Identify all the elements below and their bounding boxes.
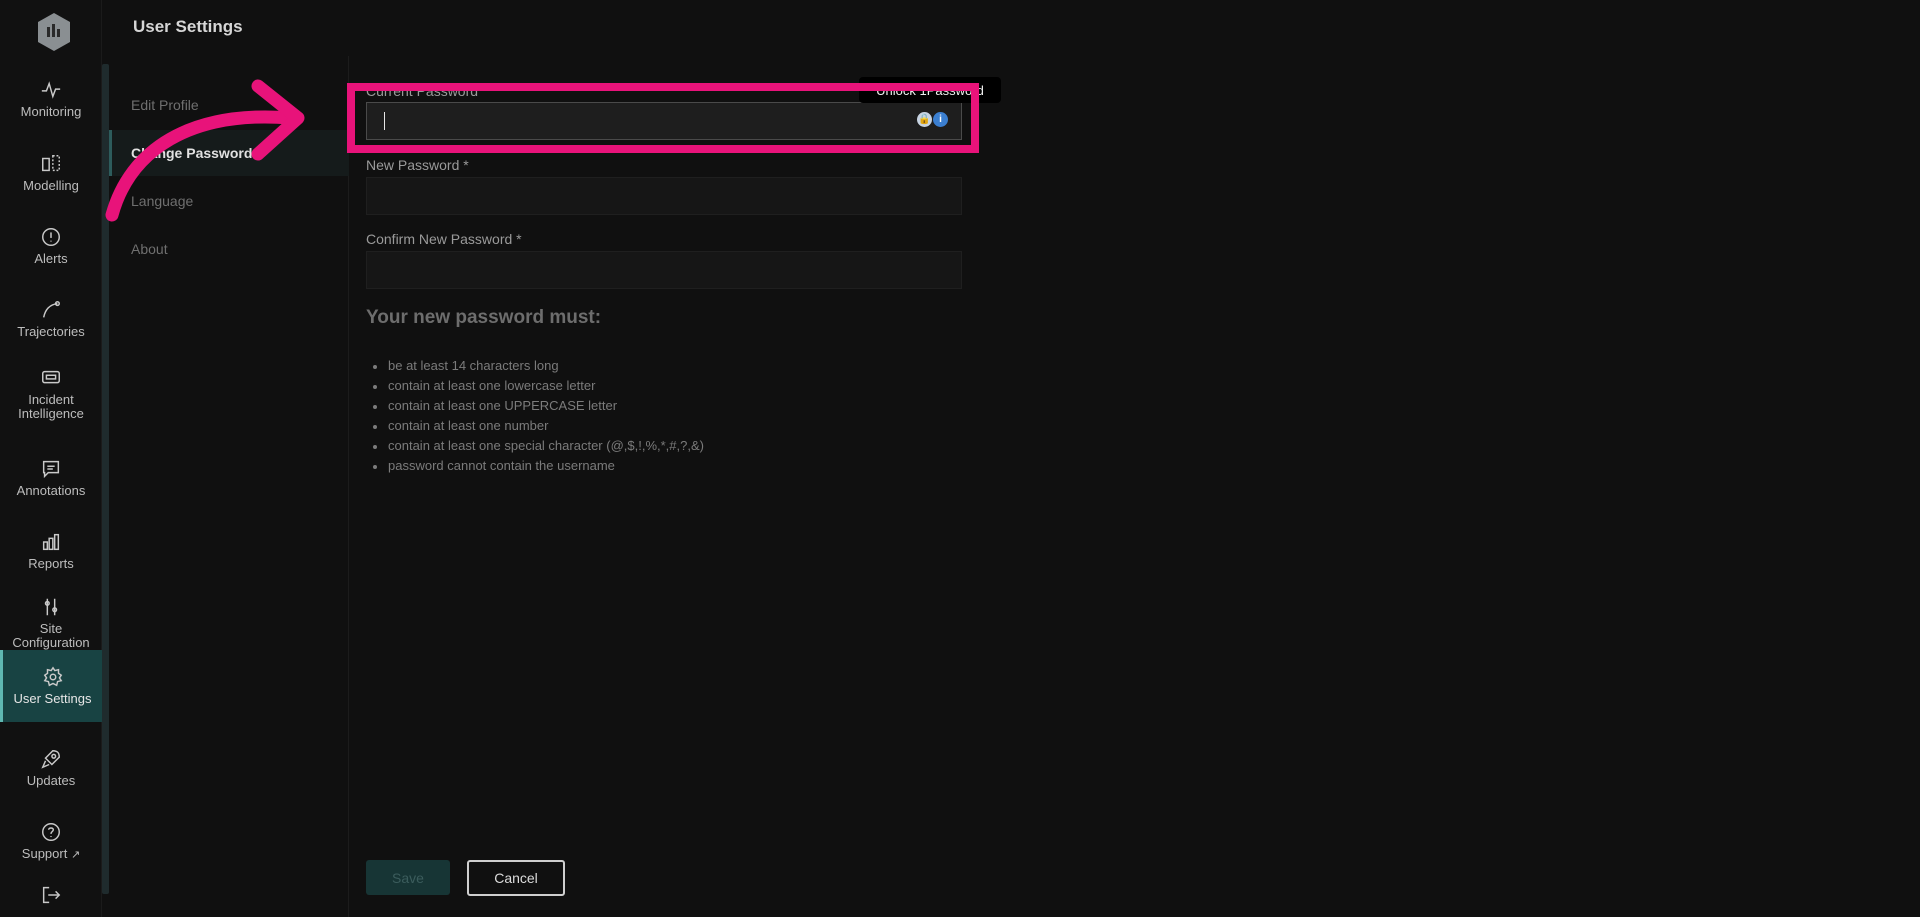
sidebar-item-annotations[interactable]: Annotations: [0, 443, 102, 513]
password-manager-icon[interactable]: i: [933, 112, 948, 127]
modelling-icon: [42, 155, 60, 172]
sidebar-item-label: User Settings: [13, 691, 92, 706]
external-link-icon: ↗: [70, 848, 81, 861]
lock-icon[interactable]: 🔒: [917, 112, 932, 127]
sidebar-scrollbar[interactable]: [102, 64, 109, 894]
gear-icon: [43, 666, 62, 687]
sidebar-item-support[interactable]: Support ↗: [0, 806, 102, 876]
list-item: contain at least one special character (…: [366, 436, 704, 456]
new-password-label: New Password *: [366, 157, 469, 173]
sidebar-item-label: Incident Intelligence: [18, 392, 84, 421]
list-item: password cannot contain the username: [366, 456, 704, 476]
sidebar-item-label: Site Configuration: [12, 621, 90, 650]
sidebar-item-label: Annotations: [16, 483, 86, 498]
sidebar-item-label: Updates: [26, 773, 76, 788]
current-password-label: Current Password: [366, 83, 479, 99]
tooltip: Unlock 1Password: [859, 77, 1001, 103]
subnav-item-language[interactable]: Language: [109, 178, 349, 224]
sidebar-item-logout[interactable]: [0, 874, 102, 917]
sidebar-item-label: Modelling: [23, 178, 79, 193]
sidebar-item-label: Reports: [28, 556, 74, 571]
sidebar-item-label: Alerts: [34, 251, 68, 266]
logout-icon: [42, 886, 61, 904]
reports-icon: [42, 533, 60, 551]
sidebar-item-monitoring[interactable]: Monitoring: [0, 64, 102, 134]
rocket-icon: [41, 750, 60, 769]
sidebar-item-incident-intelligence[interactable]: Incident Intelligence: [0, 359, 102, 429]
cancel-button[interactable]: Cancel: [467, 860, 565, 896]
confirm-password-label: Confirm New Password *: [366, 231, 522, 247]
subnav-item-about[interactable]: About: [109, 226, 349, 272]
sidebar-item-trajectories[interactable]: Trajectories: [0, 284, 102, 354]
list-item: contain at least one number: [366, 416, 704, 436]
sidebar-item-reports[interactable]: Reports: [0, 516, 102, 586]
list-item: be at least 14 characters long: [366, 356, 704, 376]
list-item: contain at least one UPPERCASE letter: [366, 396, 704, 416]
password-manager-icons[interactable]: 🔒 i: [917, 112, 948, 127]
sidebar-item-updates[interactable]: Updates: [0, 733, 102, 803]
subnav-item-edit-profile[interactable]: Edit Profile: [109, 82, 349, 128]
new-password-field[interactable]: [366, 177, 962, 215]
monitoring-icon: [41, 81, 61, 99]
sidebar-item-label: Monitoring: [20, 104, 82, 119]
annotation-icon: [42, 460, 60, 479]
confirm-password-field[interactable]: [366, 251, 962, 289]
page-title: User Settings: [133, 17, 243, 36]
save-button[interactable]: Save: [366, 860, 450, 895]
page-header: User Settings: [109, 0, 1920, 56]
main-sidebar: Monitoring Modelling Alerts Trajectories…: [0, 0, 102, 917]
sidebar-item-label: Support ↗: [21, 845, 81, 861]
sidebar-item-label: Trajectories: [17, 324, 85, 339]
alert-icon: [42, 228, 60, 246]
incident-icon: [42, 370, 60, 384]
sidebar-item-site-configuration[interactable]: Site Configuration: [0, 588, 102, 658]
sidebar-item-modelling[interactable]: Modelling: [0, 138, 102, 208]
password-rules-list: be at least 14 characters long contain a…: [366, 356, 704, 476]
sliders-icon: [44, 598, 58, 616]
current-password-field[interactable]: [366, 102, 962, 140]
sidebar-item-user-settings[interactable]: User Settings: [0, 650, 102, 722]
subnav-item-change-password[interactable]: Change Password: [109, 130, 349, 176]
settings-subnav: Edit Profile Change Password Language Ab…: [109, 56, 349, 917]
sidebar-item-alerts[interactable]: Alerts: [0, 211, 102, 281]
trajectory-icon: [42, 301, 60, 318]
list-item: contain at least one lowercase letter: [366, 376, 704, 396]
app-logo-icon[interactable]: [36, 12, 72, 52]
text-caret: [384, 112, 385, 130]
password-rules-title: Your new password must:: [366, 307, 602, 328]
help-icon: [42, 822, 60, 841]
